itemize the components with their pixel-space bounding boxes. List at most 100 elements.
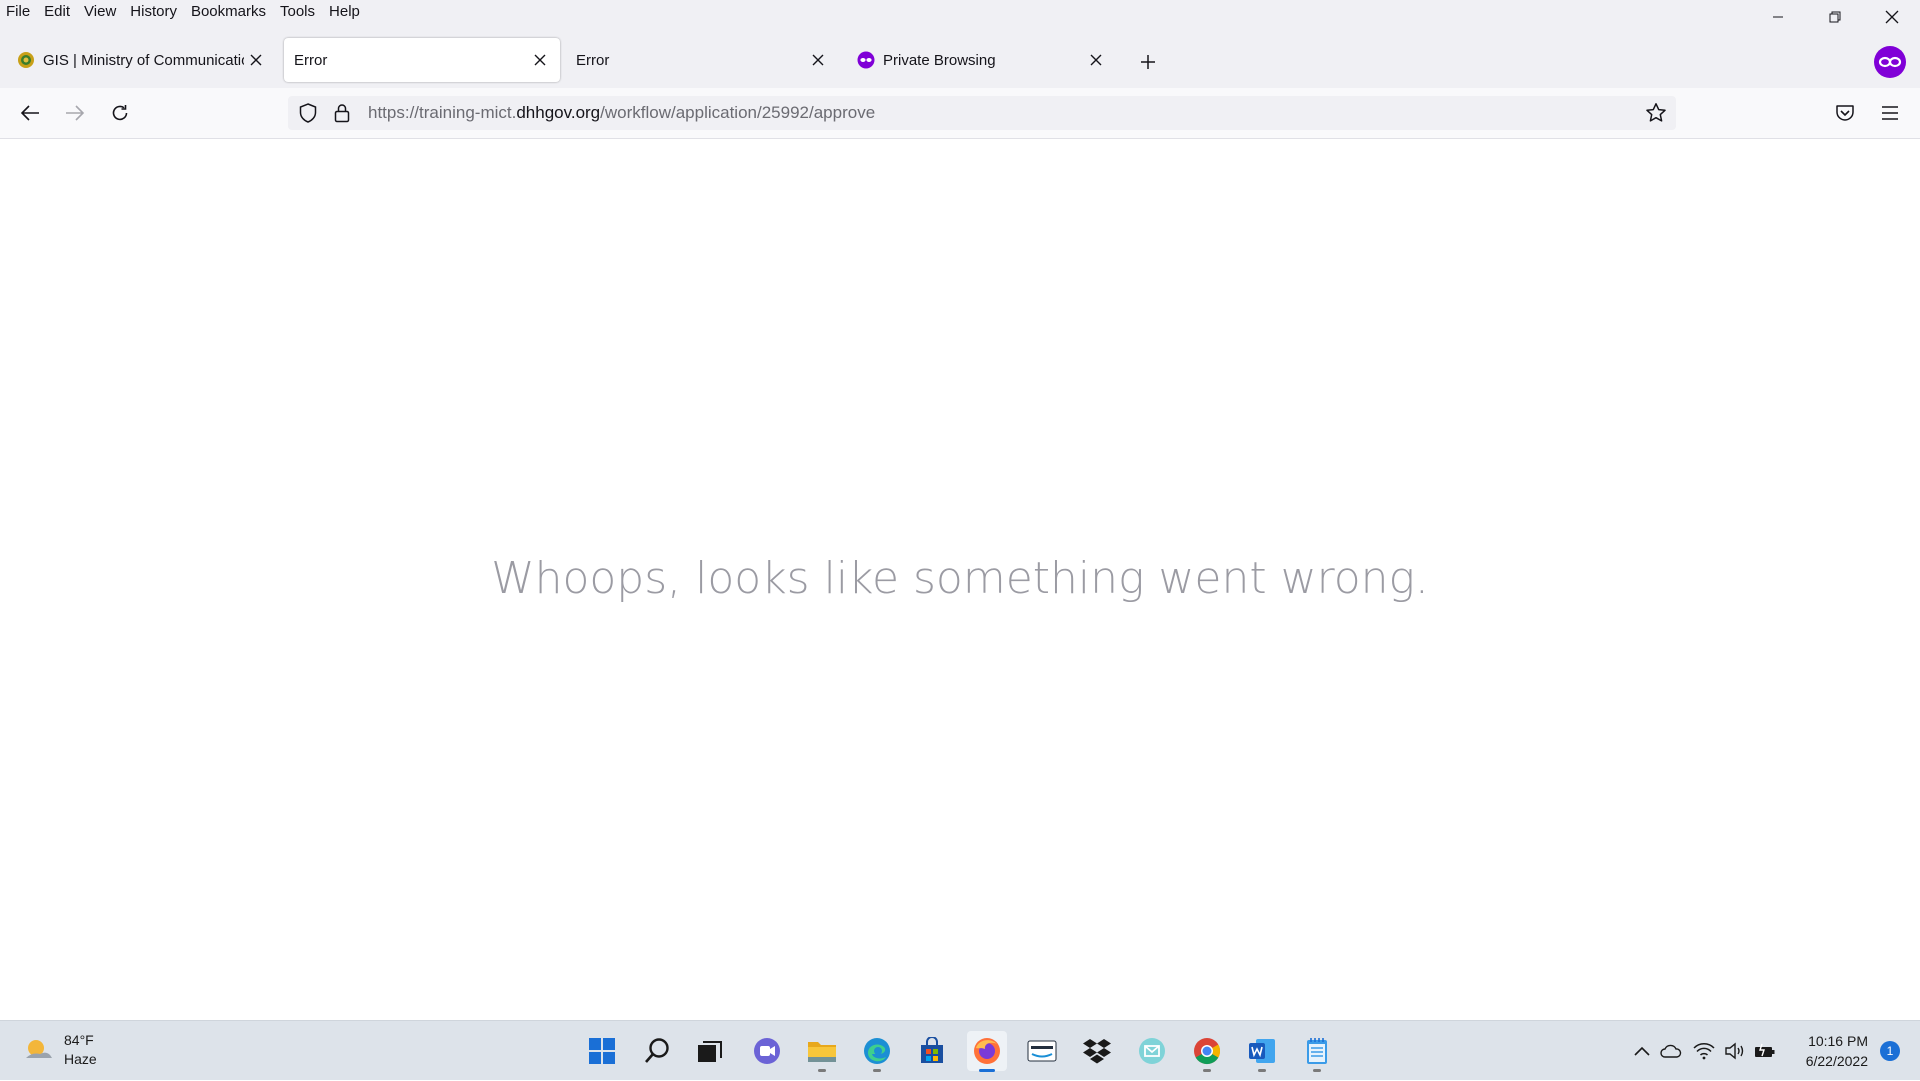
close-icon	[534, 54, 546, 66]
running-indicator	[1258, 1069, 1266, 1072]
plus-icon	[1141, 55, 1155, 69]
weather-temperature: 84°F	[64, 1032, 94, 1048]
system-tray	[1630, 1021, 1780, 1081]
volume-icon[interactable]	[1720, 1042, 1750, 1060]
teams-chat-button[interactable]	[747, 1031, 787, 1071]
url-text[interactable]: https://training-mict.dhhgov.org/workflo…	[368, 103, 875, 123]
menu-edit[interactable]: Edit	[37, 0, 77, 26]
dropbox-icon	[1083, 1039, 1111, 1064]
start-button[interactable]	[582, 1031, 622, 1071]
error-message: Whoops, looks like something went wrong.	[491, 553, 1429, 604]
word-button[interactable]	[1242, 1031, 1282, 1072]
tab-close-button[interactable]	[528, 48, 552, 72]
task-view-button[interactable]	[690, 1031, 730, 1071]
close-icon	[1090, 54, 1102, 66]
reload-button[interactable]	[105, 98, 135, 128]
windows-start-icon	[589, 1038, 615, 1064]
private-browsing-indicator-icon	[1874, 46, 1906, 78]
arrow-right-icon	[66, 105, 85, 121]
tab-close-button[interactable]	[806, 48, 830, 72]
app-menu-button[interactable]	[1875, 98, 1905, 128]
mail-app-button[interactable]	[1132, 1031, 1172, 1071]
amazon-icon	[1027, 1040, 1057, 1062]
tab-title: Error	[294, 51, 328, 69]
url-path: /workflow/application/25992/approve	[600, 103, 876, 122]
teams-chat-icon	[754, 1038, 780, 1064]
pocket-icon	[1836, 105, 1854, 121]
minimize-icon	[1772, 16, 1783, 18]
wifi-icon[interactable]	[1688, 1042, 1720, 1060]
gis-favicon-icon	[17, 51, 35, 69]
notepad-button[interactable]	[1297, 1031, 1337, 1072]
tab-title: Error	[576, 51, 610, 69]
arrow-left-icon	[20, 105, 39, 121]
running-indicator	[1313, 1069, 1321, 1072]
close-icon	[1885, 10, 1898, 24]
word-icon	[1249, 1039, 1275, 1063]
menu-bar: File Edit View History Bookmarks Tools H…	[0, 0, 1920, 26]
tab-private-browsing[interactable]: Private Browsing	[844, 38, 1116, 82]
tab-error[interactable]: Error	[566, 38, 838, 82]
edge-button[interactable]	[857, 1031, 897, 1072]
dropbox-button[interactable]	[1077, 1031, 1117, 1071]
taskbar: 84°F Haze 10:16 PM 6/22/2022 1	[0, 1020, 1920, 1080]
clock[interactable]: 10:16 PM 6/22/2022	[1806, 1031, 1868, 1071]
tab-close-button[interactable]	[1084, 48, 1108, 72]
edge-icon	[864, 1038, 890, 1064]
weather-description: Haze	[64, 1051, 97, 1067]
menu-view[interactable]: View	[77, 0, 123, 26]
microsoft-store-icon	[921, 1037, 943, 1063]
onedrive-icon[interactable]	[1654, 1044, 1688, 1058]
new-tab-button[interactable]	[1136, 50, 1160, 74]
page-content: Whoops, looks like something went wrong.	[0, 140, 1920, 1020]
navigation-toolbar: https://training-mict.dhhgov.org/workflo…	[0, 88, 1920, 139]
back-button[interactable]	[15, 98, 45, 128]
menu-help[interactable]: Help	[322, 0, 367, 26]
private-browsing-icon	[857, 51, 875, 69]
star-icon	[1646, 103, 1666, 122]
close-icon	[250, 54, 262, 66]
mail-icon	[1139, 1038, 1165, 1064]
chevron-up-icon	[1634, 1046, 1650, 1056]
restore-icon	[1829, 11, 1840, 23]
forward-button[interactable]	[60, 98, 90, 128]
tab-gis[interactable]: GIS | Ministry of Communications	[4, 38, 276, 82]
close-icon	[812, 54, 824, 66]
task-view-icon	[698, 1041, 722, 1062]
weather-widget[interactable]: 84°F Haze	[22, 1031, 97, 1069]
tab-title: Private Browsing	[883, 51, 996, 69]
menu-history[interactable]: History	[123, 0, 184, 26]
amazon-button[interactable]	[1022, 1031, 1062, 1071]
hamburger-menu-icon	[1882, 106, 1898, 120]
running-indicator	[873, 1069, 881, 1072]
pocket-button[interactable]	[1830, 98, 1860, 128]
tab-title: GIS | Ministry of Communications	[43, 51, 244, 69]
folder-icon	[808, 1042, 836, 1062]
lock-icon[interactable]	[330, 101, 354, 125]
weather-haze-icon	[26, 1040, 52, 1058]
tab-error-active[interactable]: Error	[284, 38, 560, 82]
url-domain: dhhgov.org	[516, 103, 601, 122]
tab-strip: GIS | Ministry of Communications Error E…	[0, 26, 1920, 88]
menu-bookmarks[interactable]: Bookmarks	[184, 0, 273, 26]
menu-file[interactable]: File	[0, 0, 37, 26]
clock-date: 6/22/2022	[1805, 1053, 1868, 1069]
file-explorer-button[interactable]	[802, 1031, 842, 1072]
store-button[interactable]	[912, 1031, 952, 1071]
chrome-button[interactable]	[1187, 1031, 1227, 1072]
menu-tools[interactable]: Tools	[273, 0, 322, 26]
firefox-icon	[974, 1038, 1000, 1064]
notification-badge[interactable]: 1	[1880, 1041, 1900, 1061]
battery-charging-icon[interactable]	[1750, 1043, 1780, 1059]
reload-icon	[112, 105, 128, 121]
url-prefix: https://training-mict.	[368, 103, 517, 122]
tracking-protection-shield-icon[interactable]	[296, 101, 320, 125]
bookmark-star-button[interactable]	[1644, 101, 1668, 125]
running-indicator	[1203, 1069, 1211, 1072]
url-bar[interactable]: https://training-mict.dhhgov.org/workflo…	[288, 96, 1676, 130]
search-button[interactable]	[637, 1031, 677, 1071]
search-icon	[645, 1038, 669, 1063]
show-hidden-icons-button[interactable]	[1630, 1046, 1654, 1056]
firefox-button[interactable]	[967, 1031, 1007, 1072]
tab-close-button[interactable]	[244, 48, 268, 72]
